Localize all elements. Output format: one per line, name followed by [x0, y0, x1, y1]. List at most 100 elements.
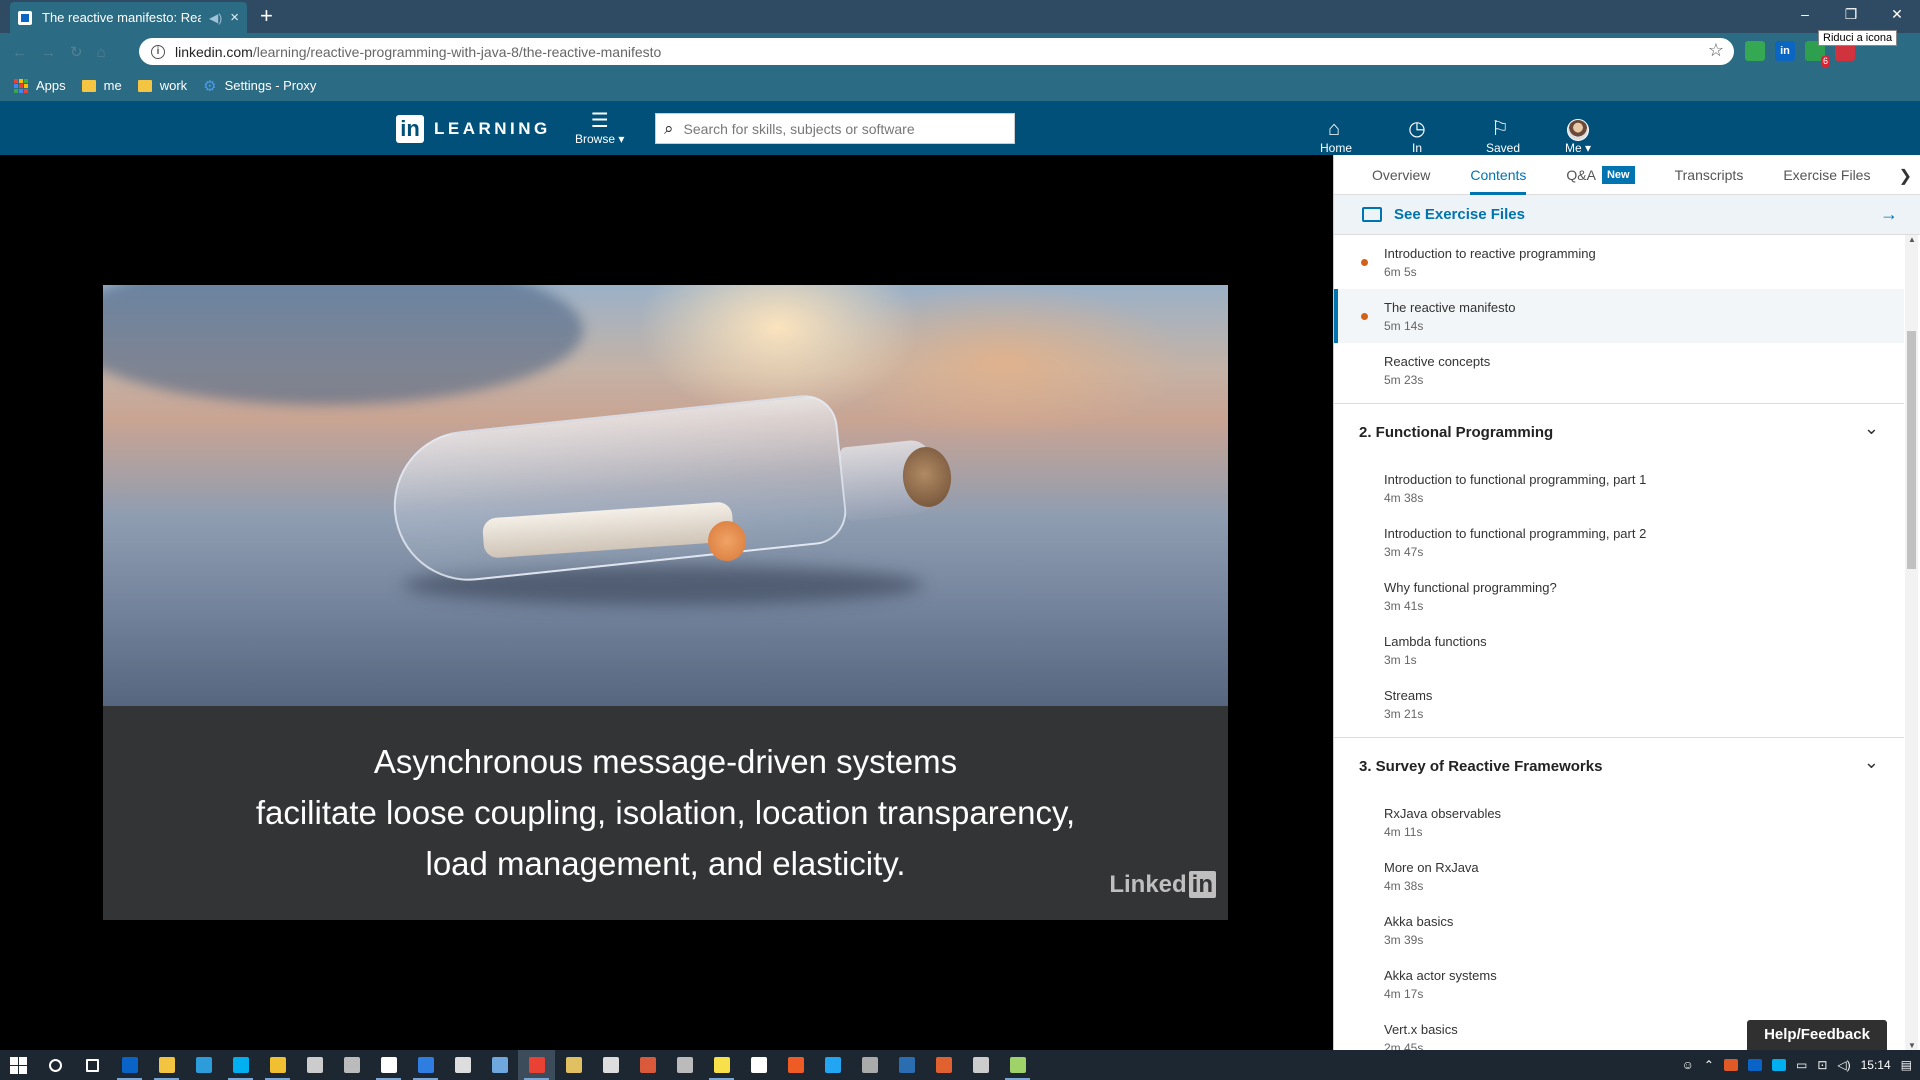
video-duration: 4m 38s — [1384, 491, 1424, 505]
help-feedback-button[interactable]: Help/Feedback — [1747, 1020, 1887, 1050]
search-box[interactable]: ⌕ — [655, 113, 1015, 144]
git-taskbar-button[interactable] — [259, 1050, 296, 1080]
search-taskbar-button[interactable] — [37, 1050, 74, 1080]
windows-taskbar — [0, 1050, 1920, 1080]
google-ext-icon[interactable] — [1745, 41, 1765, 61]
intellij2-icon — [750, 1057, 767, 1073]
intellij2-taskbar-button[interactable] — [740, 1050, 777, 1080]
restore-button[interactable]: ❐ — [1828, 0, 1874, 30]
clock[interactable]: 15:14 — [1861, 1058, 1891, 1072]
nav-me[interactable]: Me ▾ — [1514, 107, 1592, 161]
nav-in-progress[interactable]: ◷ In Progress — [1348, 107, 1446, 169]
app3-taskbar-button[interactable] — [851, 1050, 888, 1080]
video-title: Introduction to functional programming, … — [1384, 526, 1647, 541]
people-icon[interactable]: ☺ — [1682, 1058, 1694, 1072]
chapter-header[interactable]: 3. Survey of Reactive Frameworks ⌄ — [1334, 737, 1904, 795]
home-nav-icon[interactable]: ⌂ — [97, 44, 120, 61]
bookmark-settings-proxy[interactable]: ⚙ Settings - Proxy — [203, 77, 316, 95]
sticky-taskbar-button[interactable] — [703, 1050, 740, 1080]
outlook-taskbar-button[interactable] — [111, 1050, 148, 1080]
minimize-button[interactable]: – — [1782, 0, 1828, 30]
box-taskbar-button[interactable] — [444, 1050, 481, 1080]
video-item[interactable]: More on RxJava 4m 38s — [1334, 849, 1904, 903]
outlook-tray-icon[interactable] — [1747, 1059, 1762, 1071]
nav-saved[interactable]: ⚐ Saved — [1436, 107, 1520, 161]
battery-icon[interactable]: ▭ — [1796, 1058, 1807, 1072]
app-taskbar-button[interactable] — [333, 1050, 370, 1080]
volume-icon[interactable]: ◁) — [1837, 1058, 1850, 1072]
see-exercise-files-link[interactable]: See Exercise Files → — [1334, 195, 1920, 235]
bookmark-work[interactable]: work — [137, 78, 187, 93]
linkedin-learning-logo[interactable]: in LEARNING — [396, 115, 551, 143]
tab-qa[interactable]: Q&A New — [1566, 155, 1635, 195]
task-view-taskbar-button[interactable] — [74, 1050, 111, 1080]
close-tab-icon[interactable]: × — [230, 9, 239, 26]
video-item[interactable]: Introduction to functional programming, … — [1334, 515, 1904, 569]
video-item[interactable]: Reactive concepts 5m 23s — [1334, 343, 1904, 397]
app2-taskbar-button[interactable] — [555, 1050, 592, 1080]
gimp-taskbar-button[interactable] — [666, 1050, 703, 1080]
postman-taskbar-button[interactable] — [777, 1050, 814, 1080]
new-tab-button[interactable]: + — [260, 5, 273, 27]
address-bar[interactable]: i linkedin.com/learning/reactive-program… — [139, 38, 1734, 65]
chapter-header[interactable]: 2. Functional Programming ⌄ — [1334, 403, 1904, 461]
current-video-item[interactable]: The reactive manifesto 5m 14s — [1334, 289, 1904, 343]
bookmark-star-icon[interactable]: ☆ — [1708, 40, 1724, 61]
network-taskbar-button[interactable] — [592, 1050, 629, 1080]
skype-tray-icon[interactable] — [1771, 1059, 1786, 1071]
tab-exercise-files[interactable]: Exercise Files — [1783, 155, 1870, 195]
audio-icon[interactable]: ◀) — [209, 11, 222, 25]
notifications-icon[interactable]: ▤ — [1901, 1058, 1912, 1072]
video-item[interactable]: Lambda functions 3m 1s — [1334, 623, 1904, 677]
bookmark-me[interactable]: me — [81, 78, 122, 93]
file-explorer-taskbar-button[interactable] — [148, 1050, 185, 1080]
close-window-button[interactable]: ✕ — [1874, 0, 1920, 30]
network-icon[interactable]: ⊡ — [1817, 1058, 1827, 1072]
ie-taskbar-button[interactable] — [185, 1050, 222, 1080]
chevron-down-icon[interactable]: ⌄ — [1864, 418, 1879, 439]
video-item[interactable]: Streams 3m 21s — [1334, 677, 1904, 731]
info-taskbar-button[interactable] — [407, 1050, 444, 1080]
reload-icon[interactable]: ↻ — [70, 44, 97, 61]
tab-contents[interactable]: Contents — [1470, 155, 1527, 195]
app4-taskbar-button[interactable] — [925, 1050, 962, 1080]
video-item[interactable]: RxJava observables 4m 11s — [1334, 795, 1904, 849]
browser-tab[interactable]: The reactive manifesto: Reac ◀) × — [10, 2, 247, 33]
video-player[interactable]: Asynchronous message-driven systems faci… — [0, 155, 1333, 1050]
skype-taskbar-button[interactable] — [222, 1050, 259, 1080]
chevron-right-icon[interactable]: ❯ — [1899, 166, 1912, 186]
nav-home[interactable]: ⌂ Home — [1270, 107, 1352, 161]
chevron-down-icon[interactable]: ⌄ — [1864, 752, 1879, 773]
db-taskbar-button[interactable] — [481, 1050, 518, 1080]
tab-transcripts[interactable]: Transcripts — [1675, 155, 1744, 195]
video-item[interactable]: Akka basics 3m 39s — [1334, 903, 1904, 957]
paint-taskbar-button[interactable] — [629, 1050, 666, 1080]
video-item[interactable]: Akka actor systems 4m 17s — [1334, 957, 1904, 1011]
tray-app-icon[interactable] — [1723, 1059, 1738, 1071]
browse-button[interactable]: ☰ Browse ▾ — [575, 110, 624, 146]
scrollbar-thumb[interactable] — [1907, 331, 1916, 569]
terminal-taskbar-button[interactable] — [888, 1050, 925, 1080]
start-button[interactable] — [0, 1050, 37, 1080]
intellij-taskbar-button[interactable] — [370, 1050, 407, 1080]
site-info-icon[interactable]: i — [151, 44, 165, 59]
vscode-taskbar-button[interactable] — [814, 1050, 851, 1080]
bookmark-apps[interactable]: Apps — [14, 78, 66, 93]
sidebar-scrollbar[interactable]: ▲ ▼ — [1905, 235, 1918, 1050]
chrome-taskbar-button[interactable] — [518, 1050, 555, 1080]
linkedin-ext-icon[interactable]: in — [1775, 41, 1795, 61]
notepad-icon — [1009, 1057, 1026, 1073]
video-item[interactable]: Introduction to functional programming, … — [1334, 461, 1904, 515]
search-input[interactable] — [683, 120, 984, 137]
notepad-taskbar-button[interactable] — [999, 1050, 1036, 1080]
forward-icon[interactable]: → — [41, 44, 70, 61]
chevron-up-icon[interactable]: ⌃ — [1704, 1058, 1714, 1072]
back-icon[interactable]: ← — [12, 44, 41, 61]
cmd-taskbar-button[interactable] — [296, 1050, 333, 1080]
video-item[interactable]: Why functional programming? 3m 41s — [1334, 569, 1904, 623]
scroll-up-icon[interactable]: ▲ — [1908, 235, 1916, 244]
video-item[interactable]: Introduction to reactive programming 6m 5… — [1334, 235, 1904, 289]
zip-taskbar-button[interactable] — [962, 1050, 999, 1080]
tab-overview[interactable]: Overview — [1372, 155, 1430, 195]
scroll-down-icon[interactable]: ▼ — [1908, 1041, 1916, 1050]
